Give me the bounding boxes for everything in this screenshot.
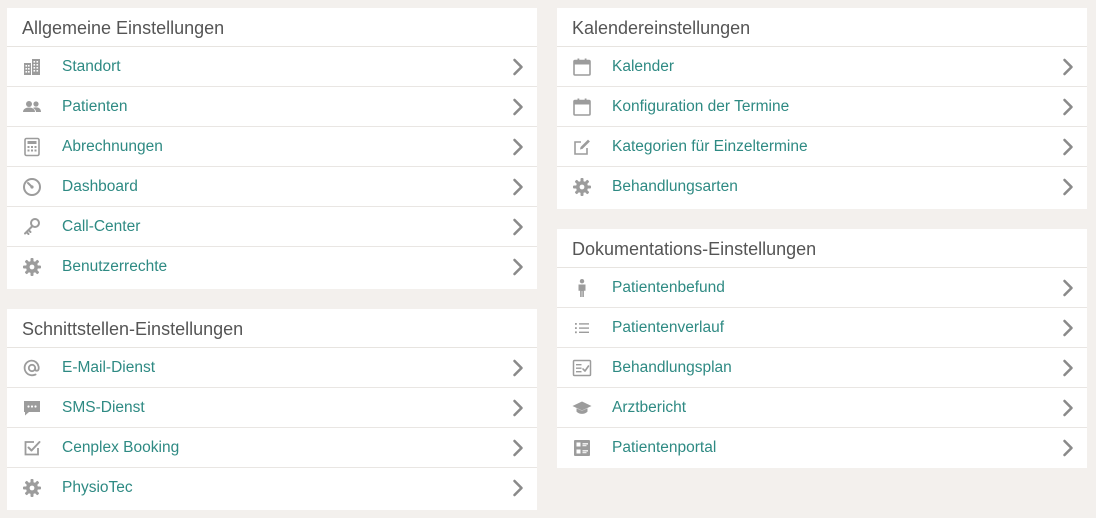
person-icon bbox=[572, 278, 592, 298]
settings-item-patient-portal[interactable]: Patientenportal bbox=[557, 428, 1087, 468]
settings-item-label: Standort bbox=[62, 57, 121, 75]
settings-item-label: Patientenportal bbox=[612, 439, 717, 456]
settings-item-label: Cenplex Booking bbox=[62, 438, 180, 456]
settings-item-appointment-config[interactable]: Konfiguration der Termine bbox=[557, 87, 1087, 127]
chevron-right-icon bbox=[1062, 138, 1074, 156]
settings-item-label: Kategorien für Einzeltermine bbox=[612, 137, 808, 155]
chevron-right-icon bbox=[1062, 178, 1074, 196]
settings-item-label: Arztbericht bbox=[612, 398, 687, 416]
panel-title: Dokumentations-Einstellungen bbox=[557, 229, 1087, 268]
gauge-icon bbox=[22, 177, 42, 197]
settings-item-label: SMS-Dienst bbox=[62, 398, 145, 416]
key-icon bbox=[22, 217, 42, 237]
settings-item-label: Patienten bbox=[62, 97, 128, 115]
users-icon bbox=[22, 97, 42, 117]
at-icon bbox=[22, 358, 42, 378]
panel-general-settings: Allgemeine Einstellungen Standort Patien… bbox=[7, 8, 537, 289]
chevron-right-icon bbox=[512, 439, 524, 457]
chevron-right-icon bbox=[512, 258, 524, 276]
chevron-right-icon bbox=[512, 399, 524, 417]
chevron-right-icon bbox=[1062, 319, 1074, 337]
settings-item-call-center[interactable]: Call-Center bbox=[7, 207, 537, 247]
panel-title: Schnittstellen-Einstellungen bbox=[7, 309, 537, 348]
gear-icon bbox=[572, 177, 592, 197]
settings-item-label: Dashboard bbox=[62, 177, 138, 195]
settings-item-sms-service[interactable]: SMS-Dienst bbox=[7, 388, 537, 428]
chevron-right-icon bbox=[1062, 58, 1074, 76]
chevron-right-icon bbox=[512, 58, 524, 76]
panel-interface-settings: Schnittstellen-Einstellungen E-Mail-Dien… bbox=[7, 309, 537, 510]
settings-item-standort[interactable]: Standort bbox=[7, 47, 537, 87]
edit-icon bbox=[572, 137, 592, 157]
panel-calendar-settings: Kalendereinstellungen Kalender Konfigura… bbox=[557, 8, 1087, 209]
calendar-icon bbox=[572, 57, 592, 77]
settings-item-label: Patientenverlauf bbox=[612, 318, 725, 336]
message-icon bbox=[22, 398, 42, 418]
settings-item-label: Abrechnungen bbox=[62, 137, 163, 155]
settings-item-label: Benutzerrechte bbox=[62, 258, 168, 275]
settings-item-patienten[interactable]: Patienten bbox=[7, 87, 537, 127]
settings-item-dashboard[interactable]: Dashboard bbox=[7, 167, 537, 207]
settings-item-treatment-types[interactable]: Behandlungsarten bbox=[557, 167, 1087, 207]
building-icon bbox=[22, 57, 42, 77]
settings-item-single-appointment-categories[interactable]: Kategorien für Einzeltermine bbox=[557, 127, 1087, 167]
settings-list: E-Mail-Dienst SMS-Dienst Cenplex Booking… bbox=[7, 348, 537, 508]
settings-item-treatment-plan[interactable]: Behandlungsplan bbox=[557, 348, 1087, 388]
settings-item-kalender[interactable]: Kalender bbox=[557, 47, 1087, 87]
calculator-icon bbox=[22, 137, 42, 157]
gear-icon bbox=[22, 257, 42, 277]
settings-item-label: Call-Center bbox=[62, 217, 141, 235]
settings-item-label: Konfiguration der Termine bbox=[612, 97, 790, 115]
settings-item-benutzerrechte[interactable]: Benutzerrechte bbox=[7, 247, 537, 287]
chevron-right-icon bbox=[1062, 98, 1074, 116]
settings-item-patient-findings[interactable]: Patientenbefund bbox=[557, 268, 1087, 308]
settings-list: Patientenbefund Patientenverlauf Behandl… bbox=[557, 268, 1087, 468]
calendar-icon bbox=[572, 97, 592, 117]
chevron-right-icon bbox=[512, 218, 524, 236]
chevron-right-icon bbox=[512, 178, 524, 196]
checkbox-icon bbox=[22, 438, 42, 458]
list-icon bbox=[572, 318, 592, 338]
settings-item-doctor-report[interactable]: Arztbericht bbox=[557, 388, 1087, 428]
chevron-right-icon bbox=[512, 98, 524, 116]
chevron-right-icon bbox=[512, 359, 524, 377]
settings-item-label: Behandlungsarten bbox=[612, 178, 738, 195]
settings-list: Standort Patienten Abrechnungen Dashboar… bbox=[7, 47, 537, 287]
settings-item-abrechnungen[interactable]: Abrechnungen bbox=[7, 127, 537, 167]
settings-item-physiotec[interactable]: PhysioTec bbox=[7, 468, 537, 508]
settings-item-label: Patientenbefund bbox=[612, 278, 725, 296]
chevron-right-icon bbox=[1062, 399, 1074, 417]
chevron-right-icon bbox=[512, 138, 524, 156]
portal-icon bbox=[572, 438, 592, 458]
settings-item-email-service[interactable]: E-Mail-Dienst bbox=[7, 348, 537, 388]
panel-title: Allgemeine Einstellungen bbox=[7, 8, 537, 47]
chevron-right-icon bbox=[1062, 279, 1074, 297]
chevron-right-icon bbox=[1062, 439, 1074, 457]
chevron-right-icon bbox=[1062, 359, 1074, 377]
settings-item-label: Kalender bbox=[612, 57, 675, 75]
checklist-icon bbox=[572, 358, 592, 378]
settings-item-label: E-Mail-Dienst bbox=[62, 358, 156, 376]
graduation-cap-icon bbox=[572, 398, 592, 418]
settings-list: Kalender Konfiguration der Termine Kateg… bbox=[557, 47, 1087, 207]
settings-item-label: Behandlungsplan bbox=[612, 358, 732, 376]
chevron-right-icon bbox=[512, 479, 524, 497]
gear-icon bbox=[22, 478, 42, 498]
settings-item-cenplex-booking[interactable]: Cenplex Booking bbox=[7, 428, 537, 468]
panel-title: Kalendereinstellungen bbox=[557, 8, 1087, 47]
settings-item-patient-progress[interactable]: Patientenverlauf bbox=[557, 308, 1087, 348]
settings-item-label: PhysioTec bbox=[62, 479, 133, 496]
panel-documentation-settings: Dokumentations-Einstellungen Patientenbe… bbox=[557, 229, 1087, 468]
